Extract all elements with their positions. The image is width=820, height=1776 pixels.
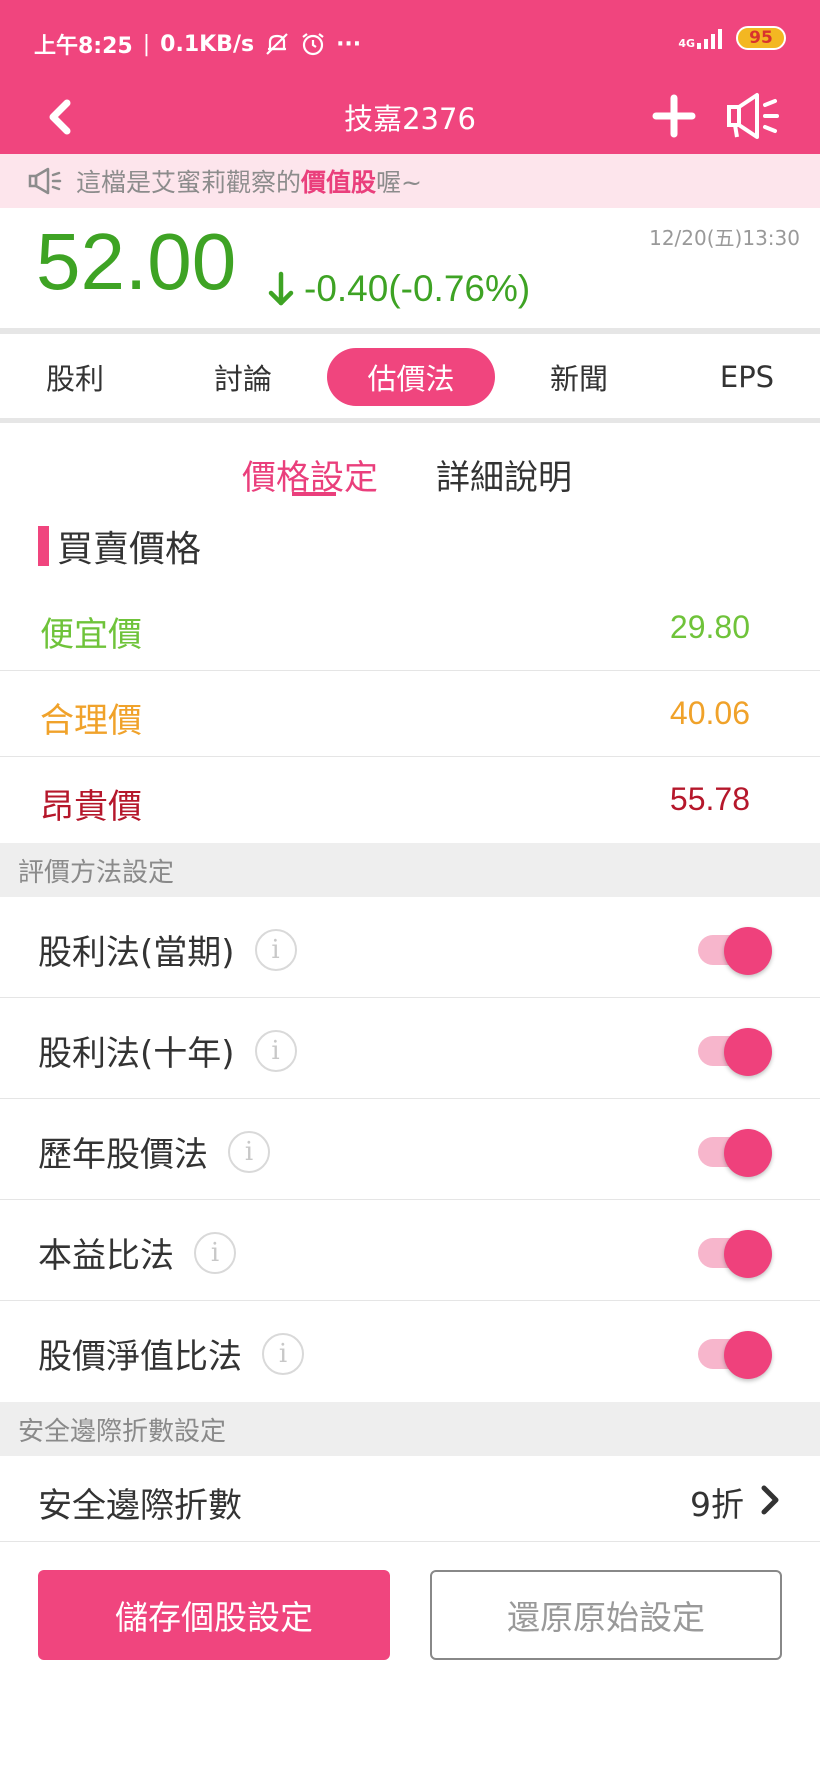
price-change-value: -0.40(-0.76%) — [304, 268, 531, 309]
status-bar: 上午8:25 | 0.1KB/s ··· 4G 95 — [0, 0, 820, 82]
chevron-right-icon — [761, 1485, 779, 1515]
notice-prefix: 這檔是艾蜜莉觀察的 — [76, 168, 302, 197]
notice-highlight: 價值股 — [301, 168, 377, 197]
save-settings-button[interactable]: 儲存個股設定 — [38, 1570, 390, 1660]
status-divider: | — [142, 31, 151, 57]
tab-discussion[interactable]: 討論 — [178, 348, 308, 406]
safety-header: 安全邊際折數設定 — [0, 1402, 820, 1456]
subtab-indicator — [292, 492, 336, 496]
method-label: 本益比法 — [38, 1236, 174, 1276]
arrow-down-icon — [268, 271, 294, 306]
method-label: 股利法(十年) — [38, 1034, 235, 1074]
price-value: 55.78 — [669, 781, 750, 817]
price-value: 29.80 — [669, 609, 750, 645]
alarm-clock-icon — [302, 33, 324, 56]
method-toggle[interactable] — [698, 1230, 774, 1278]
section-title-text: 買賣價格 — [57, 529, 202, 570]
info-icon[interactable]: i — [254, 928, 297, 971]
price-change: -0.40(-0.76%) — [268, 268, 530, 310]
price-row-expensive: 昂貴價 55.78 — [0, 757, 820, 843]
notice-banner: 這檔是艾蜜莉觀察的 價值股 喔~ — [0, 154, 820, 208]
safety-value: 9折 — [690, 1485, 744, 1524]
method-toggle[interactable] — [698, 1129, 774, 1177]
status-time: 上午8:25 — [34, 34, 133, 59]
tab-news[interactable]: 新聞 — [514, 348, 644, 406]
price-label: 昂貴價 — [40, 787, 142, 827]
price-value: 40.06 — [669, 695, 750, 731]
current-price: 52.00 — [36, 217, 237, 306]
announce-button[interactable] — [722, 88, 786, 144]
method-label: 歷年股價法 — [38, 1135, 208, 1175]
quote-datetime: 12/20(五)13:30 — [649, 226, 800, 250]
method-label: 股價淨值比法 — [38, 1337, 242, 1377]
method-toggle[interactable] — [698, 927, 774, 975]
tab-eps[interactable]: EPS — [682, 348, 812, 406]
method-row: 股利法(當期) i — [0, 897, 820, 998]
tab-valuation[interactable]: 估價法 — [327, 348, 495, 406]
method-row: 本益比法 i — [0, 1200, 820, 1301]
method-row: 股價淨值比法 i — [0, 1301, 820, 1402]
safety-margin-row[interactable]: 安全邊際折數 9折 — [0, 1456, 820, 1542]
tab-bar: 股利 討論 估價法 新聞 EPS — [0, 336, 820, 418]
method-row: 股利法(十年) i — [0, 998, 820, 1099]
network-type: 4G — [678, 37, 695, 50]
price-row-fair: 合理價 40.06 — [0, 671, 820, 757]
method-label: 股利法(當期) — [38, 933, 235, 973]
section-marker — [38, 526, 49, 566]
divider — [0, 328, 820, 334]
subtab-details[interactable]: 詳細說明 — [436, 450, 572, 499]
status-left: 上午8:25 | 0.1KB/s ··· — [34, 28, 361, 60]
megaphone-icon — [727, 93, 779, 139]
info-icon[interactable]: i — [262, 1332, 304, 1375]
methods-header: 評價方法設定 — [0, 843, 820, 897]
method-row: 歷年股價法 i — [0, 1099, 820, 1200]
tab-dividend[interactable]: 股利 — [10, 348, 140, 406]
divider — [0, 418, 820, 423]
reset-settings-button[interactable]: 還原原始設定 — [430, 1570, 782, 1660]
plus-icon — [652, 94, 696, 138]
safety-label: 安全邊際折數 — [38, 1486, 242, 1526]
price-label: 合理價 — [40, 701, 142, 741]
notice-suffix: 喔~ — [376, 168, 422, 197]
mute-bell-icon — [266, 33, 288, 55]
add-button[interactable] — [648, 88, 700, 144]
method-toggle[interactable] — [698, 1028, 774, 1076]
price-label: 便宜價 — [40, 615, 142, 655]
status-speed: 0.1KB/s — [160, 31, 255, 57]
battery-icon: 95 — [736, 26, 786, 50]
quote-block: 12/20(五)13:30 52.00 -0.40(-0.76%) — [0, 208, 820, 330]
section-title: 買賣價格 — [38, 522, 201, 570]
battery-level: 95 — [749, 28, 773, 48]
info-icon[interactable]: i — [228, 1130, 270, 1173]
subtab-bar: 價格設定 詳細說明 — [0, 438, 820, 508]
app-header: 技嘉2376 — [0, 82, 820, 154]
signal-icon: 4G — [678, 27, 722, 49]
info-icon[interactable]: i — [194, 1231, 236, 1274]
method-toggle[interactable] — [698, 1331, 774, 1379]
status-right: 4G 95 — [678, 26, 786, 50]
megaphone-icon — [28, 166, 64, 196]
price-row-cheap: 便宜價 29.80 — [0, 585, 820, 671]
info-icon[interactable]: i — [254, 1029, 297, 1072]
more-notifications-icon: ··· — [336, 31, 362, 57]
